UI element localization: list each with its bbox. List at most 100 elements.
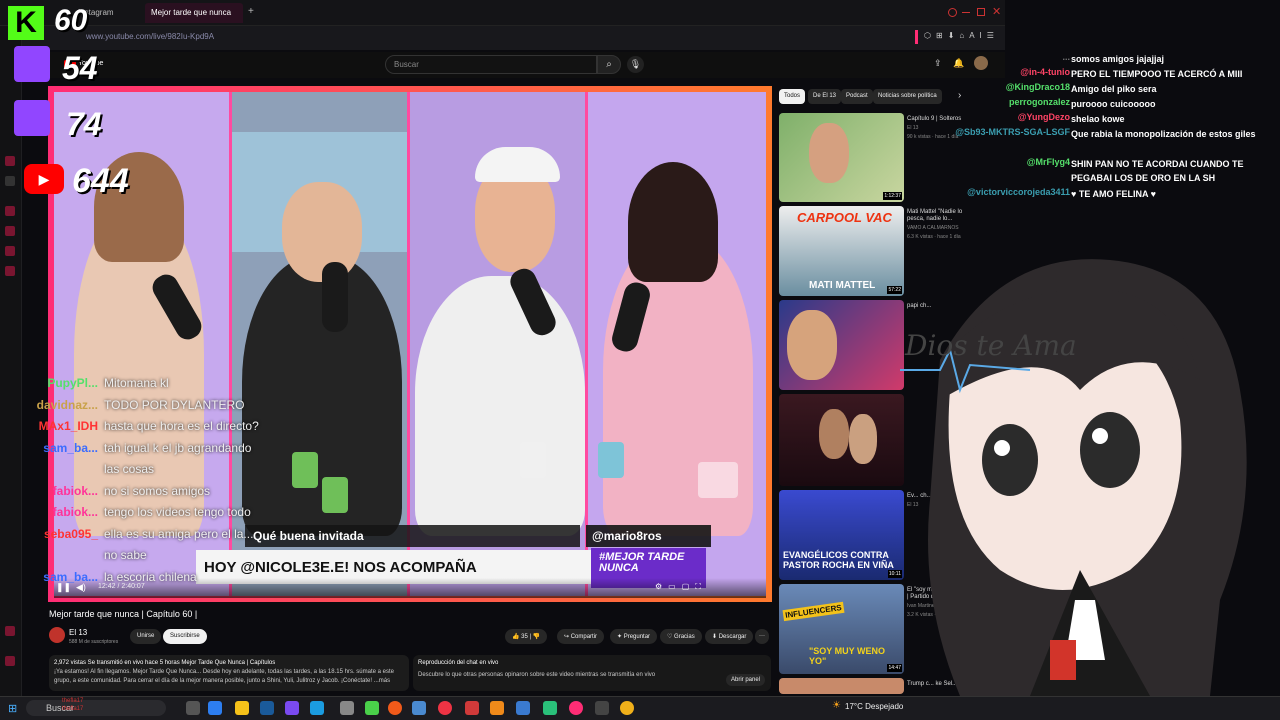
thumb-face xyxy=(787,310,837,380)
app-icon[interactable] xyxy=(595,701,609,715)
cap xyxy=(475,147,560,182)
person-figure xyxy=(415,276,585,536)
sidebar-x-icon[interactable] xyxy=(5,176,15,186)
chat-line: PupyPl... Mitomana kl xyxy=(4,376,168,394)
chat-username: seba095_ xyxy=(43,526,98,541)
chat-username: @Sb93-MKTRS-SGA-LSGF xyxy=(955,127,1070,137)
app-icon[interactable] xyxy=(285,701,299,715)
edge-icon[interactable] xyxy=(310,701,324,715)
chat-message: tah igual k el jb agrandando xyxy=(104,440,252,455)
chat-line: sam_ba... tah igual k el jb agrandando xyxy=(4,441,251,459)
chrome-icon[interactable] xyxy=(438,701,452,715)
search-icon[interactable] xyxy=(948,8,957,17)
chat-username: fabiok... xyxy=(52,505,98,519)
ask-label: Preguntar xyxy=(623,634,651,640)
drink-can xyxy=(520,442,546,478)
chip-podcast[interactable]: Podcast xyxy=(841,89,873,104)
channel-avatar[interactable] xyxy=(49,627,65,643)
toolbar-icons[interactable]: ⬡⊞⬇⌂AI☰ xyxy=(924,31,999,40)
chip-el13[interactable]: De El 13 xyxy=(808,89,842,104)
chat-user: thefla17 xyxy=(62,698,84,704)
sidebar-app-icon[interactable] xyxy=(5,156,15,166)
voice-search-button[interactable]: 🎙 xyxy=(627,56,644,73)
windows-start-icon[interactable]: ⊞ xyxy=(8,702,17,715)
maximize-icon[interactable] xyxy=(977,8,985,16)
channel-name[interactable]: El 13 xyxy=(69,628,87,637)
chat-message: ella es su amiga pero el la... xyxy=(104,526,254,541)
task-view-icon[interactable] xyxy=(186,701,200,715)
sidebar-app-icon[interactable] xyxy=(5,206,15,216)
new-tab-button[interactable]: + xyxy=(245,3,257,23)
tab-youtube[interactable]: Mejor tarde que nunca xyxy=(145,3,243,23)
app-icon[interactable] xyxy=(365,701,379,715)
app-icon[interactable] xyxy=(260,701,274,715)
notifications-icon[interactable]: 🔔 xyxy=(953,58,964,69)
chat-replay-text: Descubre lo que otras personas opinaron … xyxy=(418,672,656,678)
join-button[interactable]: Unirse xyxy=(130,629,162,644)
app-icon[interactable] xyxy=(543,701,557,715)
sidebar-app-icon[interactable] xyxy=(5,266,15,276)
sidebar-app-icon[interactable] xyxy=(5,246,15,256)
thumb-face xyxy=(849,414,877,464)
search-input[interactable]: Buscar xyxy=(385,55,597,74)
app-icon[interactable] xyxy=(490,701,504,715)
player-settings-icons[interactable]: ⚙▭▢⛶ xyxy=(655,582,707,592)
app-icon[interactable] xyxy=(516,701,530,715)
chat-username: @in-4-tunio xyxy=(1020,67,1070,77)
chat-username: perrogonzalez xyxy=(1008,97,1070,107)
download-icon: ⬇ xyxy=(712,634,719,640)
file-explorer-icon[interactable] xyxy=(235,701,249,715)
close-icon[interactable]: ✕ xyxy=(992,5,1001,18)
chevron-right-icon[interactable]: › xyxy=(958,90,961,101)
sidebar-video-info[interactable]: Mati Mattel "Nadie lo pesca, nadie lo...… xyxy=(907,209,967,241)
description-box[interactable]: 2,972 vistas Se transmitió en vivo hace … xyxy=(49,655,409,691)
thumbs-down-icon[interactable]: | 👎 xyxy=(528,634,540,640)
chip-politics[interactable]: Noticias sobre política xyxy=(873,89,942,104)
chat-username: @KingDraco18 xyxy=(1005,82,1070,92)
open-panel-button[interactable]: Abrir panel xyxy=(725,674,765,686)
avatar[interactable] xyxy=(974,56,988,70)
twitch-logo-icon xyxy=(14,100,50,136)
sidebar-settings-icon[interactable] xyxy=(5,626,15,636)
thumb-subtitle: MATI MATTEL xyxy=(809,280,876,291)
overlay-chat-right: ... somos amigos jajajjaj @in-4-tunio PERO … xyxy=(955,52,1280,222)
youtube-logo-icon: ▶ xyxy=(24,164,64,194)
firefox-icon[interactable] xyxy=(388,701,402,715)
app-icon[interactable] xyxy=(465,701,479,715)
share-button[interactable]: ↪ Compartir xyxy=(557,629,605,644)
thanks-button[interactable]: ♡ Gracias xyxy=(660,629,702,644)
app-icon[interactable] xyxy=(620,701,634,715)
upload-icon[interactable]: ⇪ xyxy=(934,58,942,69)
ask-button[interactable]: ✦ Preguntar xyxy=(610,629,658,644)
opera-gx-icon[interactable] xyxy=(569,701,583,715)
chat-replay-title: Reproducción del chat en vivo xyxy=(418,660,499,666)
weather-icon: ☀ xyxy=(832,700,841,711)
like-button[interactable]: 👍 35 | 👎 xyxy=(505,629,548,644)
thumb-subtitle: INFLUENCERS xyxy=(782,601,845,622)
url-text[interactable]: www.youtube.com/live/982Iu-Kpd9A xyxy=(86,32,214,41)
kick-viewer-count: 60 xyxy=(54,4,88,37)
sidebar-video-title: Mati Mattel "Nadie lo pesca, nadie lo... xyxy=(907,209,963,222)
sidebar-channel: VAMO A CALMARNOS xyxy=(907,225,959,231)
more-actions-button[interactable]: ··· xyxy=(755,629,769,644)
thumb-face xyxy=(819,409,849,459)
guest-handle: @mario8ros xyxy=(586,525,711,547)
sidebar-app-icon[interactable] xyxy=(5,656,15,666)
app-icon[interactable] xyxy=(412,701,426,715)
weather-text[interactable]: 17°C Despejado xyxy=(845,702,903,711)
minimize-icon[interactable] xyxy=(962,12,970,13)
subscribe-button[interactable]: Suscribirse xyxy=(163,629,207,644)
search-button[interactable]: ⌕ xyxy=(597,55,621,74)
chat-user: thefla17 xyxy=(62,706,84,712)
youtube-viewer-count: 644 xyxy=(72,162,129,200)
app-icon[interactable] xyxy=(208,701,222,715)
download-button[interactable]: ⬇ Descargar xyxy=(705,629,754,644)
sidebar-thumbnail[interactable]: 1:12:37 xyxy=(779,113,904,202)
browser-tabbar: Instagram Mejor tarde que nunca + ✕ xyxy=(0,0,1005,26)
search-icon: ⌕ xyxy=(606,59,612,70)
sidebar-app-icon[interactable] xyxy=(5,226,15,236)
app-icon[interactable] xyxy=(340,701,354,715)
video-panel xyxy=(232,92,410,596)
chip-all[interactable]: Todos xyxy=(779,89,806,104)
taskbar-search[interactable]: Buscar xyxy=(26,700,166,716)
